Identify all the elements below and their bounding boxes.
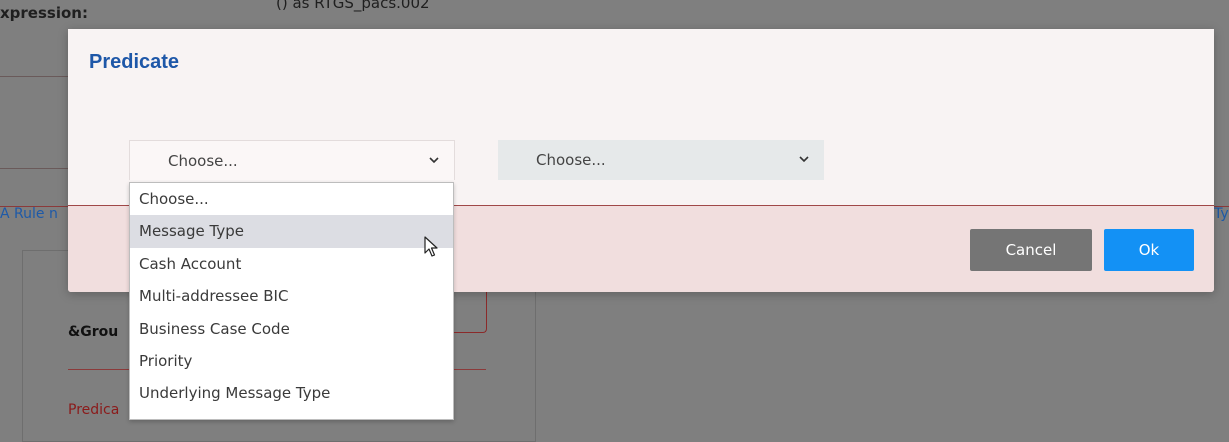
predicate-label: Predica [68,402,120,418]
dropdown-option-message-type[interactable]: Message Type [130,215,453,248]
expression-label: xpression: [0,4,88,22]
dropdown-option-underlying-message-type[interactable]: Underlying Message Type [130,377,453,409]
divider [0,76,68,77]
chevron-down-icon [798,140,810,197]
field-dropdown-list: Choose... Message Type Cash Account Mult… [129,182,454,420]
divider [0,168,68,169]
operator-select[interactable]: Choose... [498,140,824,180]
mouse-pointer-icon [424,236,440,262]
cancel-button[interactable]: Cancel [970,229,1092,271]
dropdown-option-choose[interactable]: Choose... [130,183,453,215]
dropdown-option-business-case-code[interactable]: Business Case Code [130,313,453,345]
field-select-value: Choose... [168,152,238,170]
modal-title: Predicate [89,51,180,73]
dropdown-option-cash-account[interactable]: Cash Account [130,248,453,280]
field-select[interactable]: Choose... [129,140,455,180]
expression-value: () as RTGS_pacs.002 [276,0,430,12]
operator-select-value: Choose... [536,151,606,169]
rule-link[interactable]: A Rule n [0,206,58,222]
group-label: &Grou [68,324,119,340]
type-link[interactable]: Ty [1214,206,1229,222]
dropdown-option-multi-addressee-bic[interactable]: Multi-addressee BIC [130,280,453,312]
dropdown-option-priority[interactable]: Priority [130,345,453,377]
ok-button[interactable]: Ok [1104,229,1194,271]
